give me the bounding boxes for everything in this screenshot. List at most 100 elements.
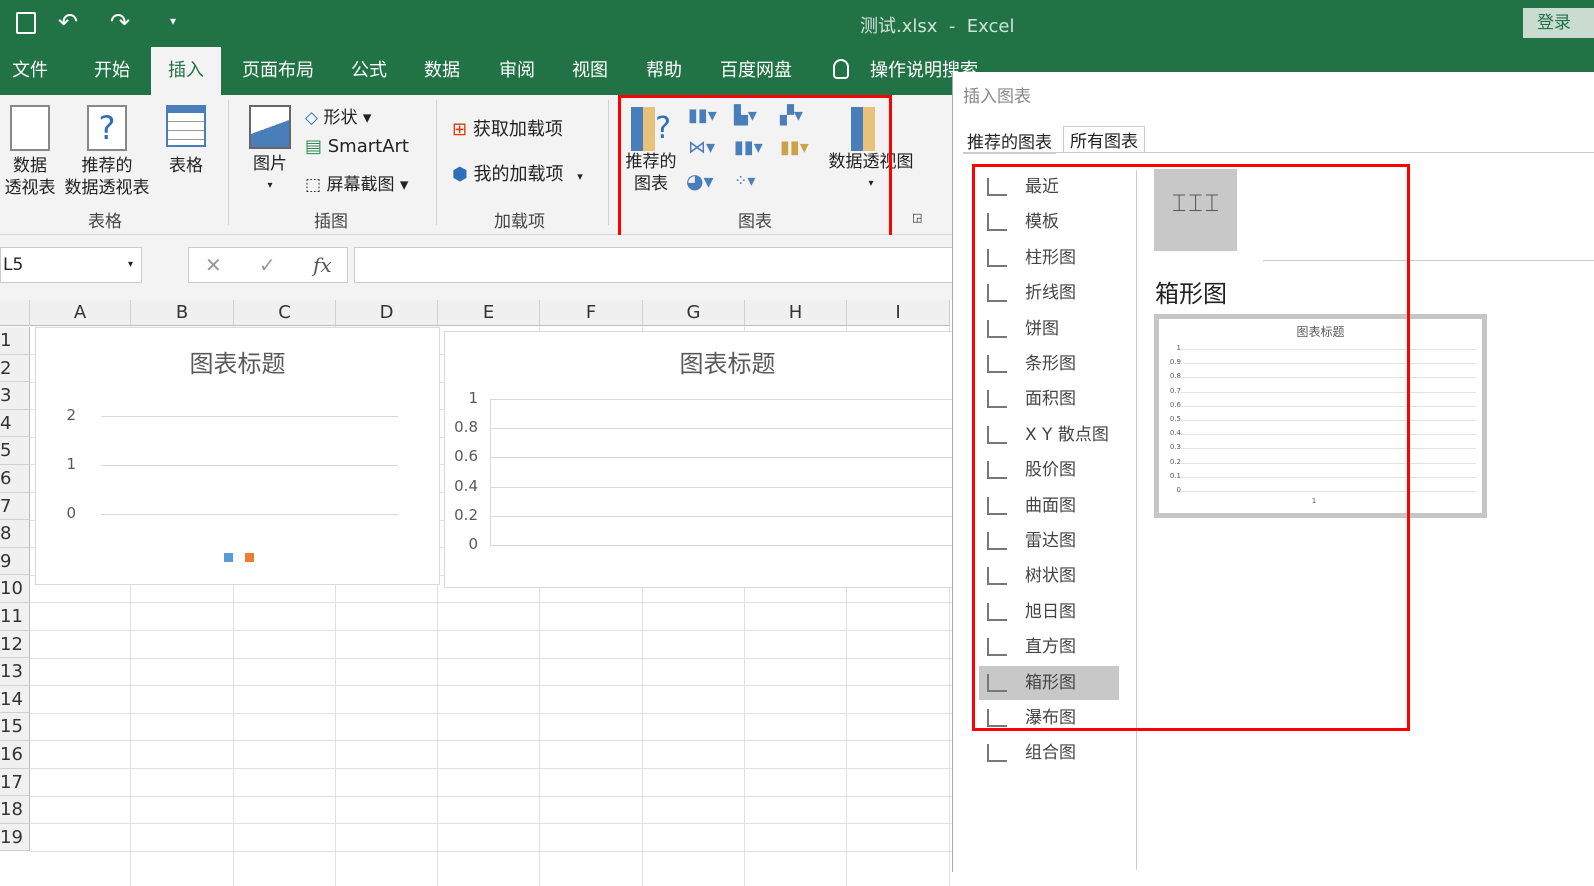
pivottable-icon	[10, 105, 50, 151]
get-addins-button[interactable]: ⊞ 获取加载项	[452, 115, 563, 141]
table-button[interactable]: 表格	[160, 105, 212, 177]
tab-view[interactable]: 视图	[556, 47, 624, 95]
dialog-tab-recommended[interactable]: 推荐的图表	[963, 128, 1056, 154]
divider	[608, 100, 609, 225]
gridline	[490, 545, 970, 546]
recommended-pivottable-icon: ?	[87, 105, 127, 151]
chart-column-empty[interactable]: 图表标题 1 0.8 0.6 0.4 0.2 0	[444, 331, 970, 588]
tab-page-layout[interactable]: 页面布局	[226, 47, 330, 95]
tab-data[interactable]: 数据	[408, 47, 476, 95]
name-box[interactable]: L5 ▾	[0, 247, 142, 283]
row-header[interactable]: 18	[0, 796, 30, 824]
row-header[interactable]: 14	[0, 685, 30, 714]
chart-type-item[interactable]: 组合图	[979, 736, 1119, 770]
legend-marker	[224, 553, 233, 562]
gridline	[101, 465, 398, 466]
y-tick-label: 0.2	[454, 505, 478, 524]
table-icon	[166, 105, 206, 147]
tab-home[interactable]: 开始	[78, 47, 146, 95]
row-header[interactable]: 7	[0, 492, 30, 521]
y-tick-label: 0.6	[454, 447, 478, 466]
row-header[interactable]: 19	[0, 823, 30, 852]
row-header[interactable]: 3	[0, 382, 30, 410]
row-header[interactable]: 12	[0, 630, 30, 659]
row-header[interactable]: 2	[0, 354, 30, 383]
login-button[interactable]: 登录	[1523, 8, 1594, 38]
row-header[interactable]: 10	[0, 575, 30, 603]
smartart-button[interactable]: ▤ SmartArt	[305, 136, 409, 157]
chart-title[interactable]: 图表标题	[36, 344, 439, 379]
chart-type-icon	[987, 744, 1007, 763]
row-header[interactable]: 6	[0, 465, 30, 493]
y-tick-label: 2	[66, 406, 76, 424]
my-addins-button[interactable]: ⬢ 我的加载项 ▾	[452, 160, 583, 186]
dialog-launcher-icon[interactable]: ◲	[912, 211, 922, 224]
tab-help[interactable]: 帮助	[630, 47, 698, 95]
pictures-button[interactable]: 图片 ▾	[244, 105, 296, 197]
column-header[interactable]: C	[234, 300, 336, 326]
column-header[interactable]: D	[336, 300, 438, 326]
customize-qat-icon[interactable]: ▾	[170, 14, 176, 28]
row-header[interactable]: 15	[0, 713, 30, 741]
gridline	[490, 457, 970, 459]
dialog-tab-all-charts[interactable]: 所有图表	[1063, 126, 1145, 152]
y-tick-label: 1	[66, 455, 76, 473]
smartart-icon: ▤	[305, 136, 323, 157]
recommended-pivottable-button[interactable]: ? 推荐的 数据透视表	[60, 105, 154, 199]
screenshot-button[interactable]: ⬚ 屏幕截图 ▾	[305, 170, 408, 195]
row-header[interactable]: 13	[0, 658, 30, 686]
undo-icon[interactable]: ↶	[58, 8, 78, 36]
shapes-icon: ◇	[305, 108, 319, 128]
dialog-title: 插入图表	[963, 87, 1031, 107]
divider	[436, 100, 437, 225]
column-header[interactable]: G	[643, 300, 745, 326]
gridline	[490, 428, 970, 430]
row-header[interactable]: 16	[0, 741, 30, 769]
tab-formulas[interactable]: 公式	[335, 47, 403, 95]
plot-border	[490, 399, 491, 545]
lightbulb-icon	[833, 59, 849, 79]
chart-line-empty[interactable]: 图表标题 2 1 0	[35, 327, 440, 585]
tab-baidu[interactable]: 百度网盘	[704, 47, 808, 95]
gridline	[30, 602, 952, 604]
row-header[interactable]: 5	[0, 437, 30, 465]
row-header[interactable]: 11	[0, 603, 30, 631]
tab-insert[interactable]: 插入	[151, 47, 221, 95]
column-header[interactable]: H	[745, 300, 847, 326]
column-header[interactable]: F	[540, 300, 643, 326]
gridline	[101, 416, 398, 417]
select-all-corner[interactable]	[0, 300, 30, 326]
row-header[interactable]: 8	[0, 520, 30, 548]
cancel-icon[interactable]: ✕	[205, 248, 222, 282]
tab-review[interactable]: 审阅	[483, 47, 551, 95]
chart-title[interactable]: 图表标题	[445, 344, 1010, 379]
gridline	[30, 657, 952, 659]
enter-icon[interactable]: ✓	[259, 248, 276, 282]
y-tick-label: 0.8	[454, 418, 478, 437]
gridline	[30, 823, 952, 825]
formula-buttons: ✕ ✓ fx	[188, 247, 348, 283]
tab-file[interactable]: 文件	[0, 47, 64, 95]
divider	[228, 100, 229, 225]
save-icon[interactable]	[16, 12, 36, 34]
gridline	[490, 486, 970, 488]
pivottable-button[interactable]: 数据 透视表	[2, 105, 58, 199]
row-header[interactable]: 9	[0, 547, 30, 576]
column-header[interactable]: B	[131, 300, 234, 326]
gridline	[490, 515, 970, 517]
gridline	[30, 850, 952, 852]
column-header[interactable]: I	[847, 300, 950, 326]
formula-input[interactable]	[354, 247, 954, 283]
column-header[interactable]: A	[30, 300, 131, 326]
row-header[interactable]: 1	[0, 327, 30, 355]
shapes-button[interactable]: ◇ 形状 ▾	[305, 103, 371, 128]
insert-function-icon[interactable]: fx	[313, 248, 332, 282]
column-header[interactable]: E	[438, 300, 540, 326]
redo-icon[interactable]: ↷	[110, 8, 130, 36]
picture-icon	[249, 105, 291, 149]
row-header[interactable]: 4	[0, 409, 30, 438]
highlight-box-charts-group	[618, 95, 892, 248]
screenshot-icon: ⬚	[305, 175, 322, 195]
group-label-tables: 表格	[88, 212, 122, 232]
row-header[interactable]: 17	[0, 768, 30, 797]
